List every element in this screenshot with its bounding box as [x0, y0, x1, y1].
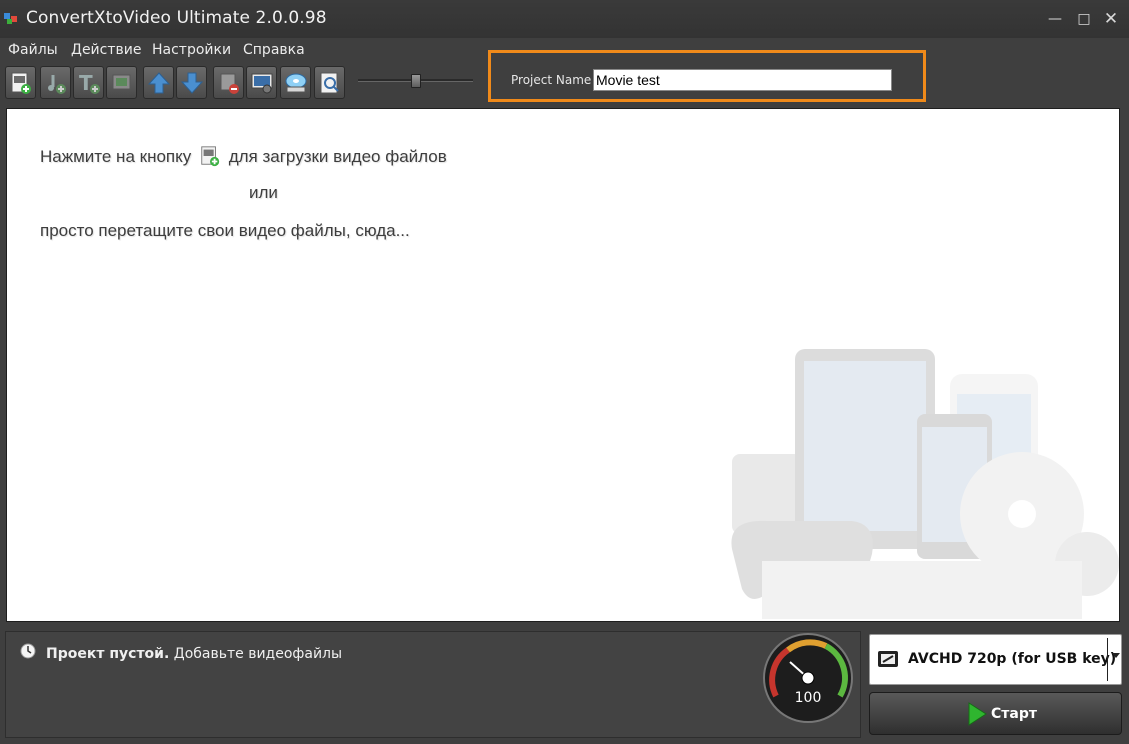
hint-load-line: Нажмите на кнопку для загрузки видео фай…: [40, 145, 447, 167]
menu-settings[interactable]: Настройки: [152, 42, 231, 58]
devices-watermark-image: [731, 349, 1119, 619]
delete-icon: [220, 73, 239, 94]
delete-button[interactable]: [213, 66, 244, 99]
add-video-icon: [11, 72, 31, 94]
start-button-label: Старт: [991, 706, 1037, 722]
hint-prefix: Нажмите на кнопку: [40, 147, 192, 166]
burn-disc-icon: [285, 73, 307, 93]
menu-help[interactable]: Справка: [243, 42, 305, 58]
project-name-input[interactable]: [593, 69, 892, 91]
hint-suffix: для загрузки видео файлов: [228, 147, 447, 166]
status-title: Проект пустой.: [46, 646, 170, 662]
menu-files[interactable]: Файлы: [8, 42, 58, 58]
window-title: ConvertXtoVideo Ultimate 2.0.0.98: [26, 8, 327, 28]
zoom-slider-thumb[interactable]: [411, 74, 421, 88]
status-panel: Проект пустой. Добавьте видеофайлы: [5, 631, 861, 738]
clock-icon: [20, 643, 36, 659]
search-preview-button[interactable]: [314, 66, 345, 99]
app-logo-icon: [4, 13, 17, 24]
minimize-button[interactable]: —: [1044, 9, 1066, 29]
search-preview-icon: [320, 72, 339, 94]
output-format-label: AVCHD 720p (for USB key): [908, 651, 1117, 667]
add-text-icon: T: [79, 71, 100, 95]
preview-settings-button[interactable]: [246, 66, 277, 99]
add-chapter-button[interactable]: [106, 66, 137, 99]
move-up-icon: [147, 72, 171, 94]
start-button[interactable]: Старт: [869, 692, 1122, 735]
add-text-button[interactable]: T: [73, 66, 104, 99]
move-up-button[interactable]: [143, 66, 174, 99]
project-name-label: Project Name: [511, 73, 592, 87]
add-video-button[interactable]: [5, 66, 36, 99]
add-chapter-icon: [112, 74, 131, 90]
dropdown-separator: [1107, 638, 1108, 681]
add-video-icon[interactable]: [199, 145, 221, 167]
play-icon: [968, 702, 987, 726]
hint-or: или: [249, 183, 278, 202]
preview-settings-icon: [251, 73, 273, 94]
speed-gauge-icon: [763, 633, 853, 723]
chevron-down-icon[interactable]: [1112, 653, 1120, 658]
device-icon: [878, 651, 898, 667]
add-audio-icon: [48, 75, 66, 94]
maximize-button[interactable]: □: [1073, 9, 1095, 29]
menu-action[interactable]: Действие: [71, 42, 141, 58]
output-format-select[interactable]: AVCHD 720p (for USB key): [869, 634, 1122, 685]
move-down-icon: [180, 72, 204, 94]
video-drop-area[interactable]: Нажмите на кнопку для загрузки видео фай…: [6, 108, 1120, 622]
gauge-value: 100: [794, 690, 822, 706]
burn-disc-button[interactable]: [280, 66, 311, 99]
hint-drag: просто перетащите свои видео файлы, сюда…: [40, 221, 410, 240]
close-button[interactable]: ✕: [1100, 9, 1122, 29]
move-down-button[interactable]: [176, 66, 207, 99]
add-audio-button[interactable]: [40, 66, 71, 99]
status-detail: Добавьте видеофайлы: [173, 646, 343, 662]
status-message: Проект пустой. Добавьте видеофайлы: [46, 646, 342, 662]
title-bar: ConvertXtoVideo Ultimate 2.0.0.98 — □ ✕: [0, 0, 1129, 38]
app-window: ConvertXtoVideo Ultimate 2.0.0.98 — □ ✕ …: [0, 0, 1129, 744]
